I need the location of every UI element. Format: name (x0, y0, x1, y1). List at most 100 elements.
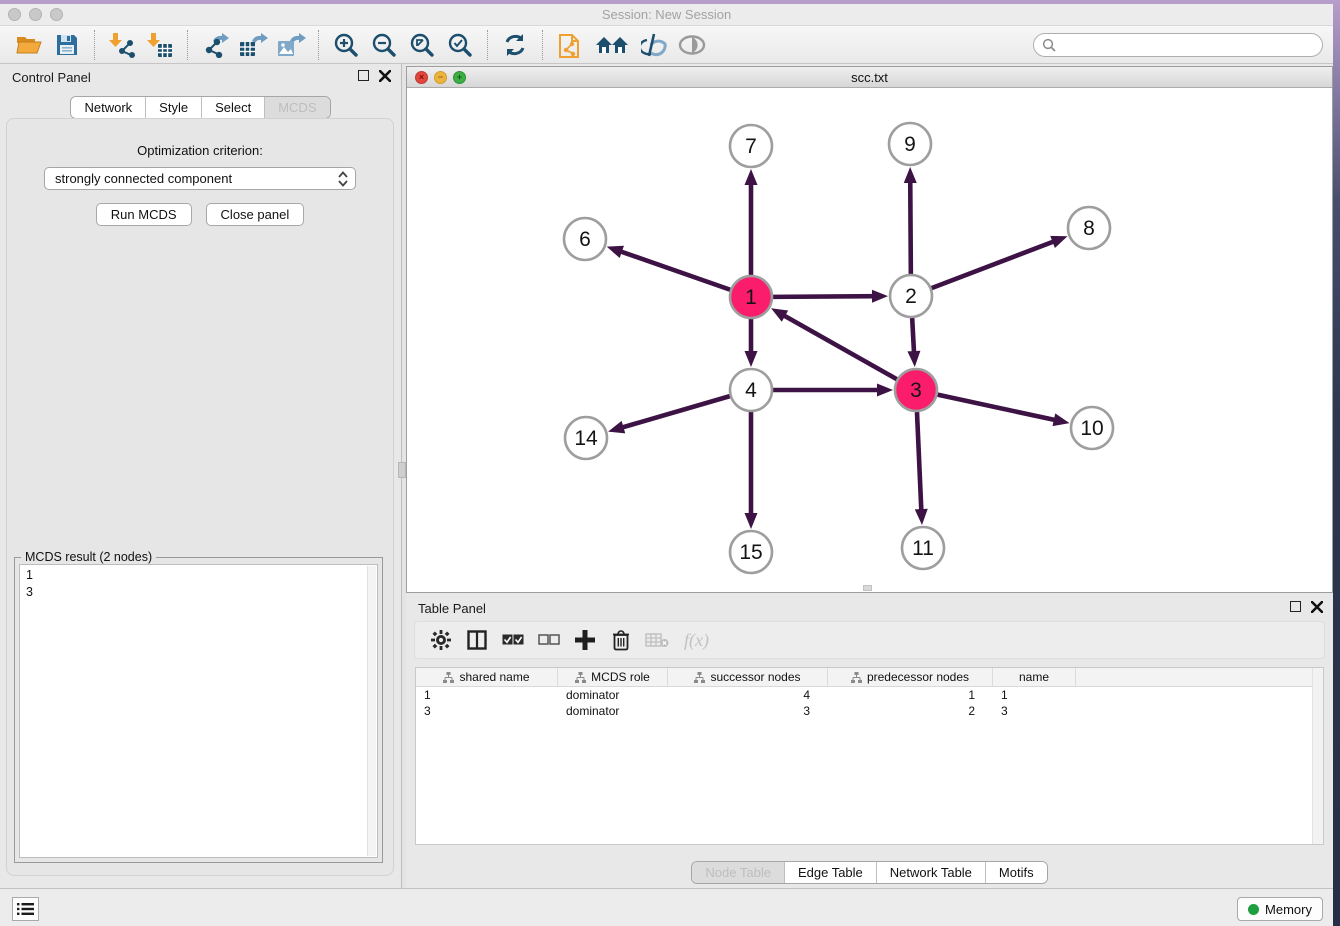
tab-edge-table[interactable]: Edge Table (785, 862, 877, 883)
title-bar: Session: New Session (0, 4, 1333, 26)
close-panel-icon[interactable] (379, 70, 391, 82)
delete-row-button[interactable] (606, 625, 636, 655)
canvas-scroll-grip[interactable] (863, 585, 872, 591)
splitter-grip[interactable] (398, 462, 406, 478)
workspace: × − + scc.txt 7968124314101511 Table Pan… (406, 64, 1333, 888)
tab-network[interactable]: Network (71, 97, 146, 118)
graph-edge-3-11[interactable] (917, 412, 921, 512)
result-scrollbar[interactable] (367, 566, 376, 856)
search-box[interactable] (1033, 33, 1323, 57)
column-type-icon (443, 672, 454, 683)
column-header-label: MCDS role (591, 670, 650, 684)
column-type-icon (575, 672, 586, 683)
graph-edge-2-9[interactable] (910, 180, 911, 274)
tab-select[interactable]: Select (202, 97, 265, 118)
zoom-out-button[interactable] (368, 29, 400, 61)
document-network-icon (558, 31, 582, 59)
table-scrollbar[interactable] (1312, 668, 1323, 844)
memory-button[interactable]: Memory (1237, 897, 1323, 921)
table-row[interactable]: 1dominator411 (416, 687, 1323, 703)
graph-edge-4-14[interactable] (621, 396, 730, 428)
refresh-button[interactable] (499, 29, 531, 61)
tab-network-table[interactable]: Network Table (877, 862, 986, 883)
close-panel-button[interactable]: Close panel (206, 203, 305, 226)
table-cell[interactable]: 1 (416, 687, 558, 703)
column-type-icon (694, 672, 705, 683)
import-network-button[interactable] (106, 29, 138, 61)
houses-icon (594, 33, 630, 57)
import-table-button[interactable] (144, 29, 176, 61)
optimization-criterion-select[interactable]: strongly connected component (44, 167, 356, 190)
eye-icon (677, 34, 707, 56)
export-table-button[interactable] (237, 29, 269, 61)
open-session-button[interactable] (13, 29, 45, 61)
graph-edge-1-2[interactable] (773, 296, 875, 297)
edge-arrowhead (1050, 236, 1067, 248)
zoom-fit-button[interactable] (406, 29, 438, 61)
gear-icon (431, 630, 451, 650)
search-icon (1042, 38, 1056, 52)
table-body: 1dominator4113dominator323 (416, 687, 1323, 719)
graph-edge-2-3[interactable] (912, 318, 914, 354)
table-cell[interactable]: dominator (558, 687, 668, 703)
graph-edge-3-1[interactable] (782, 315, 896, 380)
export-image-button[interactable] (275, 29, 307, 61)
table-cell[interactable]: 4 (668, 687, 828, 703)
columns-icon (467, 630, 487, 650)
tab-motifs[interactable]: Motifs (986, 862, 1047, 883)
float-panel-icon[interactable] (1290, 601, 1301, 612)
graph-node-label: 4 (745, 379, 757, 402)
deselect-all-button[interactable] (534, 625, 564, 655)
table-cell[interactable]: dominator (558, 703, 668, 719)
tab-mcds[interactable]: MCDS (265, 97, 329, 118)
table-cell[interactable]: 2 (828, 703, 993, 719)
network-from-document-button[interactable] (554, 29, 586, 61)
table-header-row: shared name MCDS role successor nodesprede… (416, 668, 1323, 687)
tab-node-table[interactable]: Node Table (692, 862, 785, 883)
float-panel-icon[interactable] (358, 70, 369, 81)
table-panel-tabs: Node TableEdge TableNetwork TableMotifs (691, 861, 1047, 884)
graph-node-label: 1 (745, 286, 757, 309)
column-header-predecessor-nodes[interactable]: predecessor nodes (828, 668, 993, 686)
mcds-result-text[interactable]: 13 (19, 564, 378, 858)
column-header-successor-nodes[interactable]: successor nodes (668, 668, 828, 686)
network-canvas[interactable]: 7968124314101511 (407, 88, 1332, 592)
style-preview-button[interactable] (638, 29, 670, 61)
table-cell[interactable]: 1 (828, 687, 993, 703)
graph-edge-2-8[interactable] (932, 241, 1056, 288)
main-toolbar (0, 26, 1333, 64)
task-history-button[interactable] (12, 897, 39, 921)
column-header-MCDS-role[interactable]: MCDS role (558, 668, 668, 686)
table-row[interactable]: 3dominator323 (416, 703, 1323, 719)
window-title: Session: New Session (0, 7, 1333, 22)
export-network-button[interactable] (199, 29, 231, 61)
graph-edge-1-6[interactable] (619, 251, 730, 290)
control-panel-header: Control Panel (0, 64, 401, 90)
select-all-button[interactable] (498, 625, 528, 655)
node-table[interactable]: shared name MCDS role successor nodesprede… (415, 667, 1324, 845)
network-graph[interactable]: 7968124314101511 (407, 88, 1332, 592)
table-cell[interactable]: 3 (416, 703, 558, 719)
table-settings-button[interactable] (426, 625, 456, 655)
show-hide-panel-button[interactable] (676, 29, 708, 61)
graph-edge-3-10[interactable] (938, 395, 1057, 421)
tab-style[interactable]: Style (146, 97, 202, 118)
table-cell[interactable]: 3 (993, 703, 1076, 719)
home-button[interactable] (592, 29, 632, 61)
column-header-name[interactable]: name (993, 668, 1076, 686)
zoom-in-button[interactable] (330, 29, 362, 61)
column-header-shared-name[interactable]: shared name (416, 668, 558, 686)
export-network-icon (201, 32, 229, 58)
desktop-wallpaper-right (1333, 0, 1340, 926)
graph-node-label: 6 (579, 228, 591, 251)
table-cell[interactable]: 3 (668, 703, 828, 719)
search-input[interactable] (1061, 38, 1314, 52)
table-cell[interactable]: 1 (993, 687, 1076, 703)
close-panel-icon[interactable] (1311, 601, 1323, 613)
add-row-button[interactable] (570, 625, 600, 655)
run-mcds-button[interactable]: Run MCDS (96, 203, 192, 226)
zoom-selected-button[interactable] (444, 29, 476, 61)
save-session-button[interactable] (51, 29, 83, 61)
zoom-selected-icon (447, 32, 473, 58)
show-columns-button[interactable] (462, 625, 492, 655)
